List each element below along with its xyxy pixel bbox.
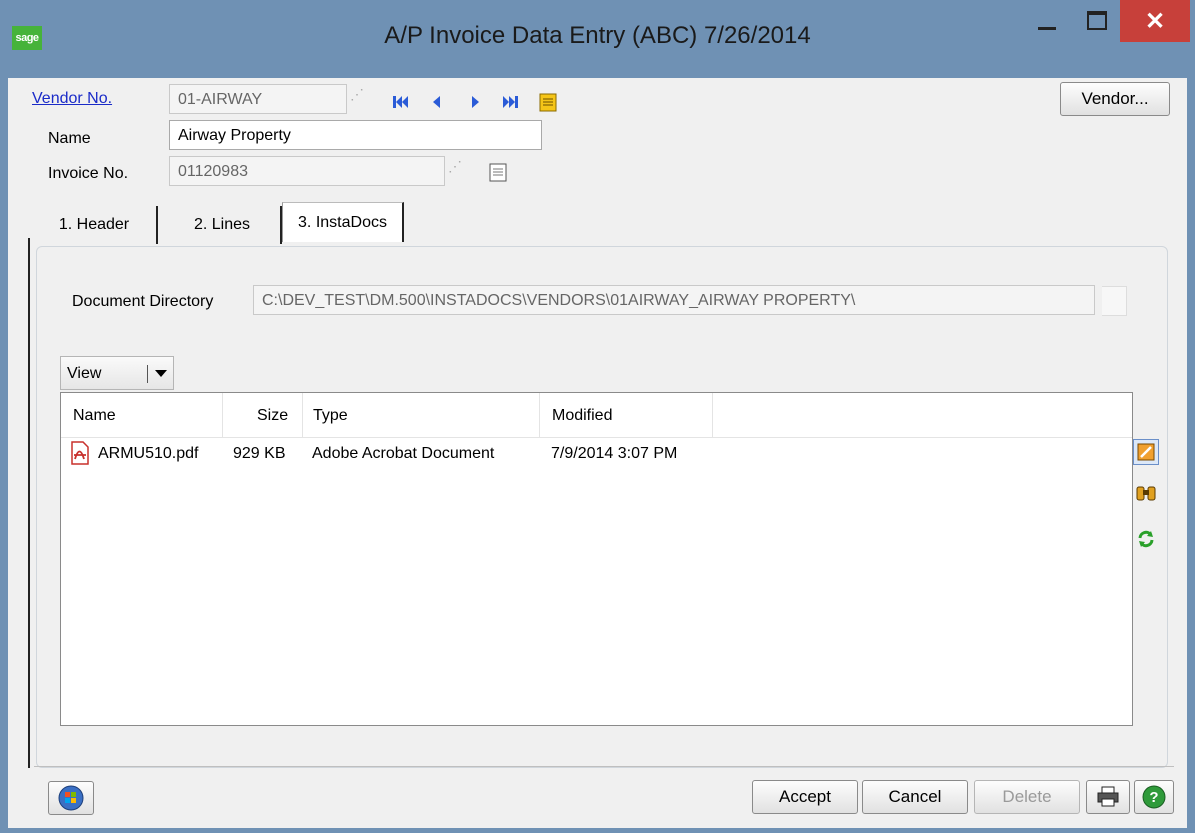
memo-icon[interactable] [538, 92, 558, 112]
column-size[interactable]: Size [223, 393, 303, 437]
previous-record-icon[interactable] [426, 92, 446, 112]
cancel-button[interactable]: Cancel [862, 780, 968, 814]
file-name: ARMU510.pdf [98, 445, 199, 462]
file-modified: 7/9/2014 3:07 PM [551, 445, 678, 462]
window-title: A/P Invoice Data Entry (ABC) 7/26/2014 [384, 22, 811, 49]
tab-header[interactable]: 1. Header [32, 206, 158, 244]
invoice-no-field[interactable]: 01120983 [169, 156, 445, 186]
windows-orb-icon [58, 785, 84, 811]
invoice-memo-icon[interactable] [488, 162, 508, 182]
invoice-no-label: Invoice No. [48, 165, 129, 182]
tab-lines[interactable]: 2. Lines [164, 206, 282, 244]
close-icon: ✕ [1144, 7, 1166, 35]
chevron-down-icon [155, 370, 167, 377]
file-type: Adobe Acrobat Document [312, 445, 495, 462]
directory-browse-button[interactable] [1102, 286, 1127, 316]
tab-header-label: 1. Header [58, 216, 130, 233]
footer-divider [34, 766, 1174, 767]
invoice-lookup-icon[interactable]: ⋰ [448, 158, 462, 175]
column-name[interactable]: Name [61, 393, 223, 437]
minimize-button[interactable] [1022, 0, 1072, 40]
tab-lines-label: 2. Lines [193, 216, 251, 233]
vendor-no-field[interactable]: 01-AIRWAY [169, 84, 347, 114]
last-record-icon[interactable] [500, 92, 520, 112]
print-button[interactable] [1086, 780, 1130, 814]
sage-menu-button[interactable] [48, 781, 94, 815]
first-record-icon[interactable] [391, 92, 411, 112]
tab-instadocs[interactable]: 3. InstaDocs [282, 202, 404, 242]
vendor-button[interactable]: Vendor... [1060, 82, 1170, 116]
tab-frame-edge [28, 238, 30, 768]
file-size: 929 KB [233, 445, 286, 462]
column-type[interactable]: Type [303, 393, 540, 437]
refresh-icon[interactable] [1133, 526, 1159, 552]
printer-icon [1097, 786, 1119, 807]
delete-button[interactable]: Delete [974, 780, 1080, 814]
title-bar: sage A/P Invoice Data Entry (ABC) 7/26/2… [0, 0, 1195, 78]
vendor-lookup-icon[interactable]: ⋰ [350, 86, 364, 103]
column-modified[interactable]: Modified [540, 393, 713, 437]
svg-text:?: ? [1149, 789, 1158, 806]
view-separator [147, 365, 148, 383]
name-field[interactable]: Airway Property [169, 120, 542, 150]
close-button[interactable]: ✕ [1120, 0, 1190, 42]
accept-button[interactable]: Accept [752, 780, 858, 814]
view-label: View [67, 365, 102, 382]
binoculars-icon[interactable] [1133, 480, 1159, 506]
document-list[interactable]: Name Size Type Modified ARMU510.pdf 929 … [60, 392, 1133, 726]
help-icon: ? [1142, 785, 1166, 809]
pdf-file-icon [69, 441, 91, 465]
tab-instadocs-label: 3. InstaDocs [298, 213, 387, 231]
list-header: Name Size Type Modified [61, 393, 1132, 438]
form-client-area: Vendor No. 01-AIRWAY ⋰ Vendor... Name Ai… [8, 78, 1187, 828]
scan-document-icon[interactable] [1133, 439, 1159, 465]
next-record-icon[interactable] [466, 92, 486, 112]
help-button[interactable]: ? [1134, 780, 1174, 814]
document-directory-field[interactable]: C:\DEV_TEST\DM.500\INSTADOCS\VENDORS\01A… [253, 285, 1095, 315]
document-directory-label: Document Directory [72, 293, 214, 310]
vendor-no-link[interactable]: Vendor No. [32, 90, 112, 108]
name-label: Name [48, 130, 91, 147]
maximize-icon [1087, 10, 1107, 30]
view-dropdown[interactable]: View [60, 356, 174, 390]
maximize-button[interactable] [1072, 0, 1122, 40]
minimize-icon [1038, 26, 1056, 30]
